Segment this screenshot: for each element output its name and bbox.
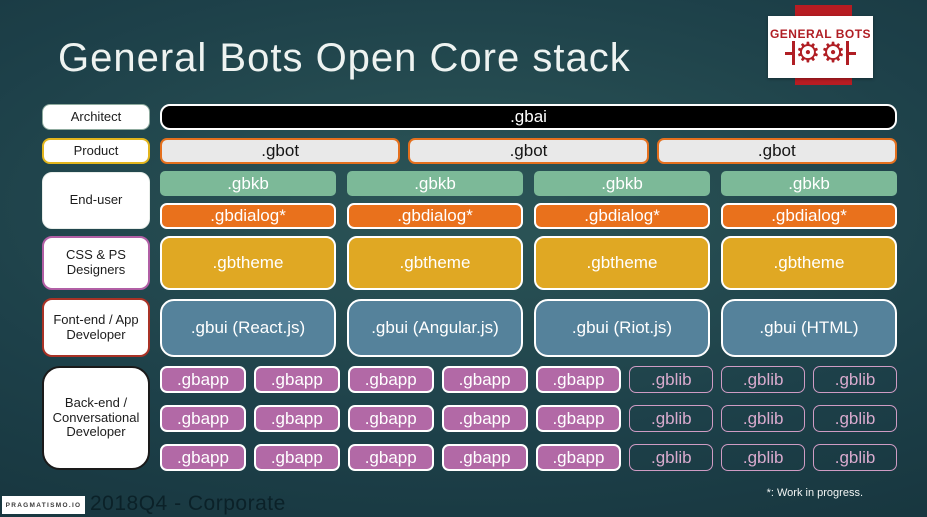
gbapp-box: .gbapp bbox=[535, 366, 622, 393]
gblib-box: .gblib bbox=[721, 444, 806, 471]
gbot-box: .gbot bbox=[408, 138, 649, 164]
gblib-box: .gblib bbox=[721, 366, 806, 393]
gbui-riot-box: .gbui (Riot.js) bbox=[534, 299, 710, 357]
row-gbot: .gbot .gbot .gbot bbox=[160, 138, 897, 164]
gblib-box: .gblib bbox=[629, 405, 714, 432]
gblib-box: .gblib bbox=[813, 366, 897, 393]
gbapp-box: .gbapp bbox=[253, 405, 340, 432]
row-label-backend: Back-end / Conversational Developer bbox=[42, 366, 150, 470]
gbapp-box: .gbapp bbox=[160, 366, 246, 393]
gbapp-box: .gbapp bbox=[160, 405, 246, 432]
gbui-html-box: .gbui (HTML) bbox=[721, 299, 897, 357]
gbapp-box: .gbapp bbox=[253, 366, 340, 393]
gbapp-box: .gbapp bbox=[347, 444, 434, 471]
slide-caption: 2018Q4 - Corporate bbox=[90, 492, 286, 515]
gbkb-box: .gbkb bbox=[534, 171, 710, 196]
gbdialog-box: .gbdialog* bbox=[721, 203, 897, 229]
gbapp-box: .gbapp bbox=[160, 444, 246, 471]
gbot-box: .gbot bbox=[160, 138, 401, 164]
gbkb-box: .gbkb bbox=[721, 171, 897, 196]
gbapp-box: .gbapp bbox=[535, 405, 622, 432]
gear-left-line bbox=[785, 51, 793, 55]
row-gbui: .gbui (React.js) .gbui (Angular.js) .gbu… bbox=[160, 299, 897, 357]
pragmatismo-logo: PRAGMATISMO.IO bbox=[2, 496, 85, 514]
gbtheme-box: .gbtheme bbox=[534, 236, 710, 290]
gbot-box: .gbot bbox=[656, 138, 897, 164]
row-backend-1: .gbapp .gbapp .gbapp .gbapp .gbapp .gbli… bbox=[160, 366, 897, 393]
general-bots-logo: GENERAL BOTS ⚙ ⚙ bbox=[768, 16, 873, 78]
gear-icon: ⚙ bbox=[820, 36, 846, 69]
gbtheme-box: .gbtheme bbox=[721, 236, 897, 290]
slide: General Bots Open Core stack GENERAL BOT… bbox=[0, 0, 927, 517]
gears-icon: ⚙ ⚙ bbox=[785, 36, 856, 69]
gbdialog-box: .gbdialog* bbox=[534, 203, 710, 229]
gbapp-box: .gbapp bbox=[441, 366, 528, 393]
row-backend-3: .gbapp .gbapp .gbapp .gbapp .gbapp .gbli… bbox=[160, 444, 897, 471]
gblib-box: .gblib bbox=[629, 366, 714, 393]
gbapp-box: .gbapp bbox=[347, 405, 434, 432]
gbui-react-box: .gbui (React.js) bbox=[160, 299, 336, 357]
gbtheme-box: .gbtheme bbox=[160, 236, 336, 290]
gbapp-box: .gbapp bbox=[347, 366, 434, 393]
gbdialog-box: .gbdialog* bbox=[160, 203, 336, 229]
gear-icon: ⚙ bbox=[795, 36, 821, 69]
gear-right-line bbox=[848, 51, 856, 55]
gbkb-box: .gbkb bbox=[347, 171, 523, 196]
gbtheme-box: .gbtheme bbox=[347, 236, 523, 290]
row-gbtheme: .gbtheme .gbtheme .gbtheme .gbtheme bbox=[160, 236, 897, 290]
gbapp-box: .gbapp bbox=[441, 444, 528, 471]
gbkb-box: .gbkb bbox=[160, 171, 336, 196]
row-label-designers: CSS & PS Designers bbox=[42, 236, 150, 290]
gbapp-box: .gbapp bbox=[441, 405, 528, 432]
gbai-box: .gbai bbox=[160, 104, 897, 130]
page-title: General Bots Open Core stack bbox=[58, 36, 631, 80]
row-gbkb: .gbkb .gbkb .gbkb .gbkb bbox=[160, 171, 897, 196]
gblib-box: .gblib bbox=[813, 405, 897, 432]
gbui-angular-box: .gbui (Angular.js) bbox=[347, 299, 523, 357]
gblib-box: .gblib bbox=[721, 405, 806, 432]
gbdialog-box: .gbdialog* bbox=[347, 203, 523, 229]
gblib-box: .gblib bbox=[813, 444, 897, 471]
gbapp-box: .gbapp bbox=[253, 444, 340, 471]
row-label-architect: Architect bbox=[42, 104, 150, 130]
row-label-end-user: End-user bbox=[42, 172, 150, 229]
gbapp-box: .gbapp bbox=[535, 444, 622, 471]
row-gbdialog: .gbdialog* .gbdialog* .gbdialog* .gbdial… bbox=[160, 203, 897, 229]
row-label-frontend: Font-end / App Developer bbox=[42, 298, 150, 357]
row-label-product: Product bbox=[42, 138, 150, 164]
gblib-box: .gblib bbox=[629, 444, 714, 471]
row-gbai: .gbai bbox=[160, 104, 897, 130]
work-in-progress-note: *: Work in progress. bbox=[766, 487, 863, 499]
row-backend-2: .gbapp .gbapp .gbapp .gbapp .gbapp .gbli… bbox=[160, 405, 897, 432]
